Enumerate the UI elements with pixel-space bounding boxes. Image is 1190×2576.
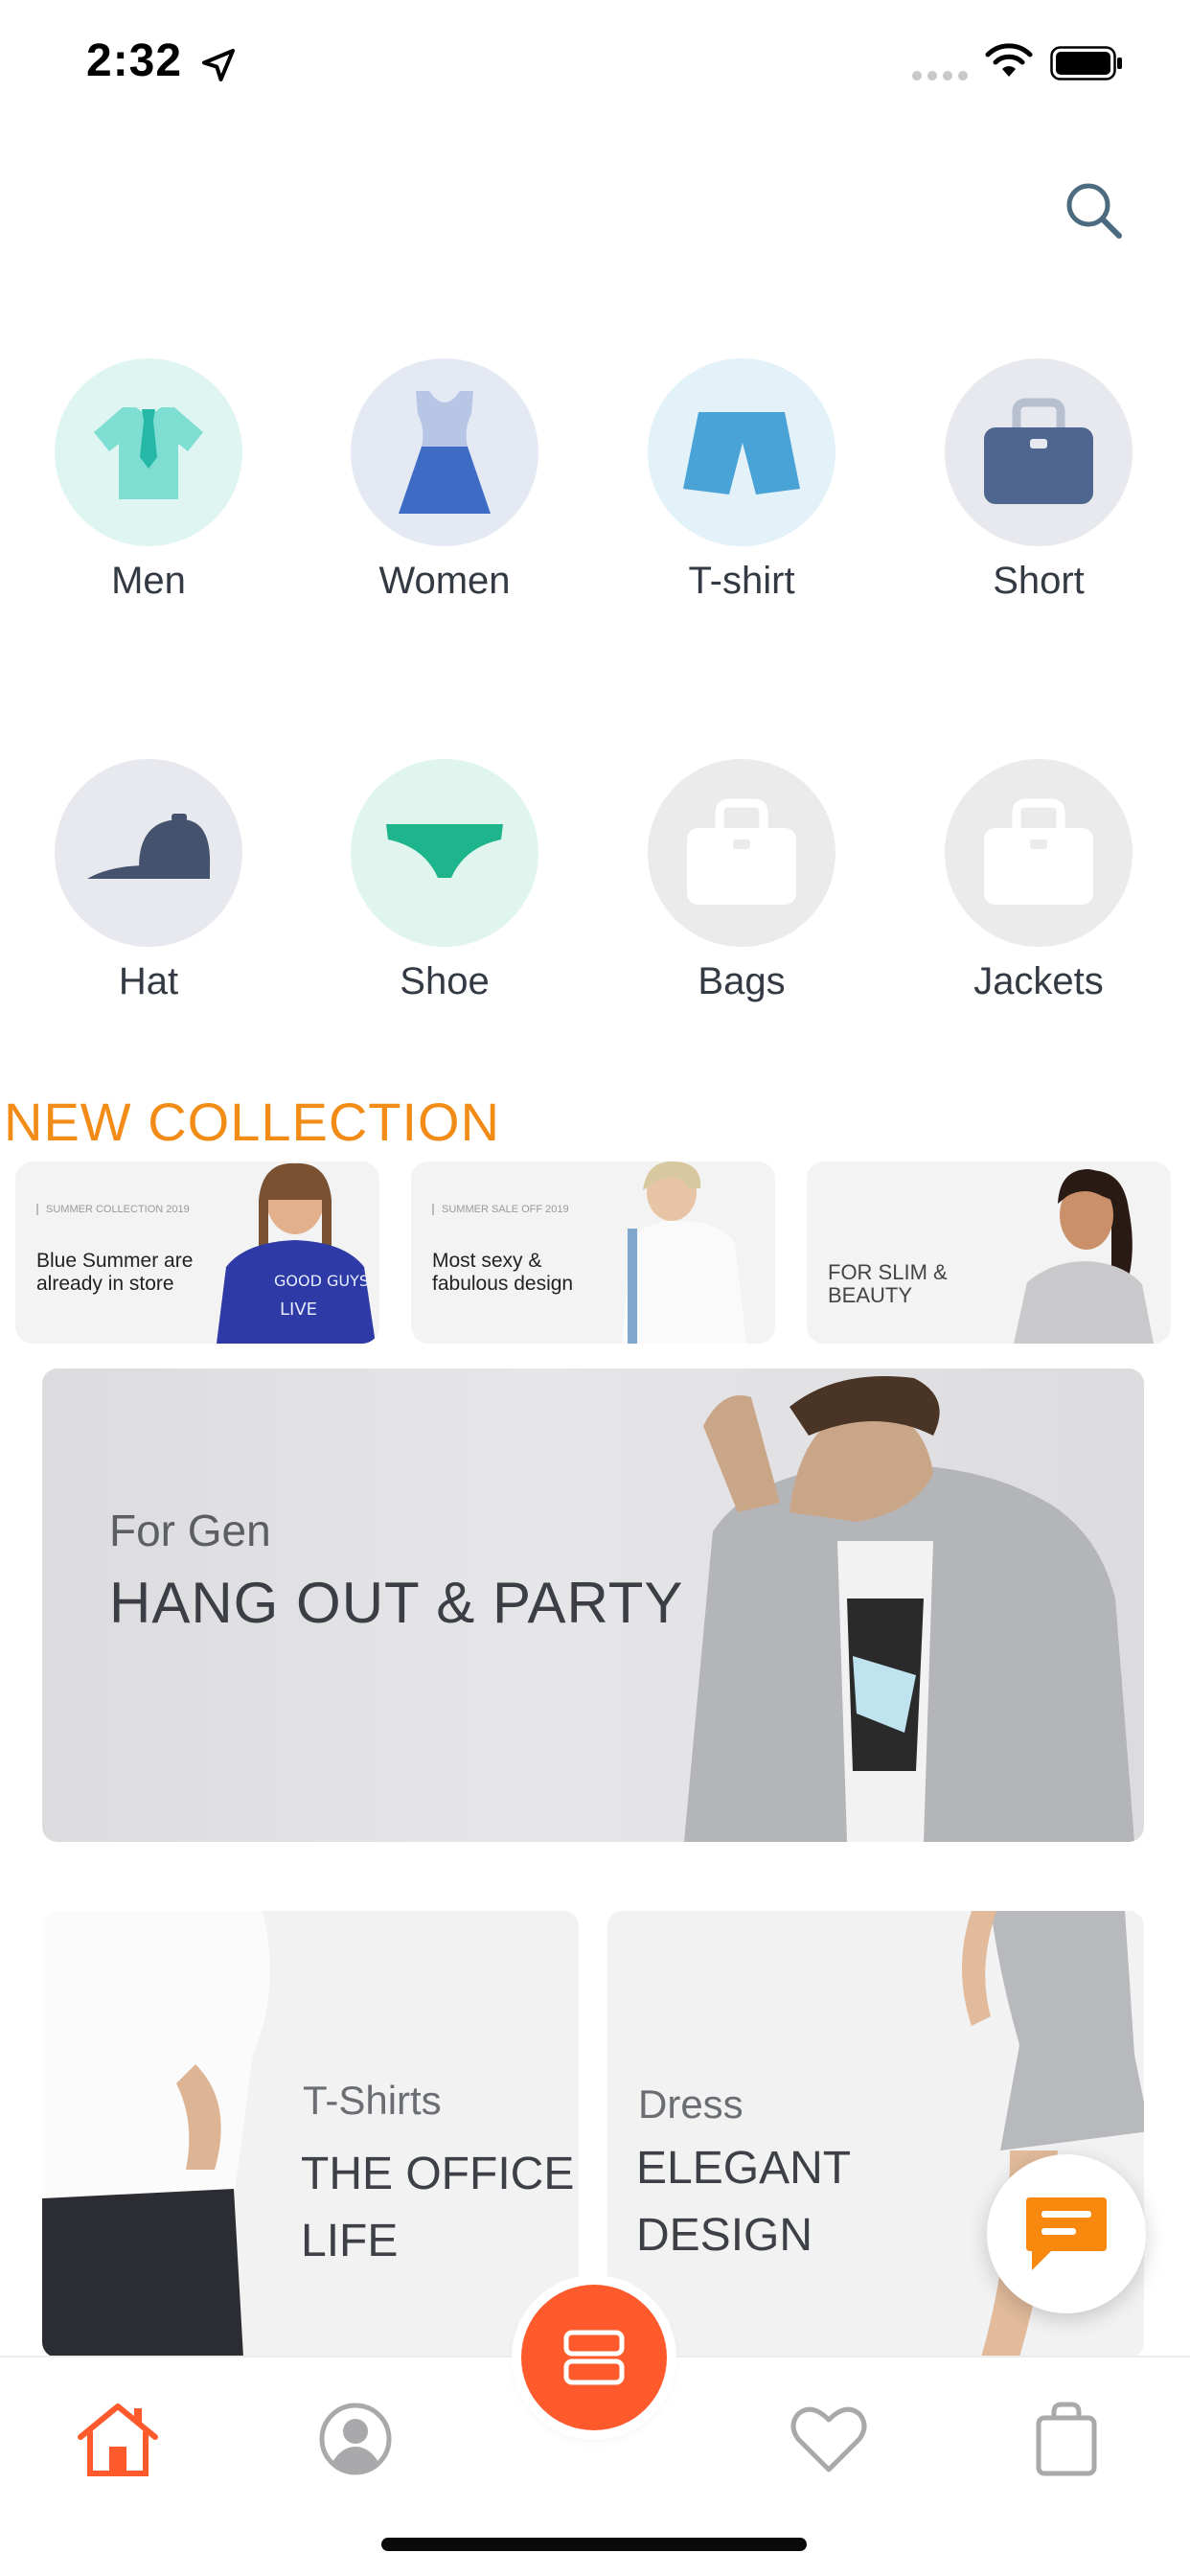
promo-card-subtitle: Dress (638, 2082, 744, 2127)
model-photo (622, 1162, 746, 1344)
shirt-tie-icon (55, 358, 242, 546)
underwear-icon (351, 759, 538, 947)
catalog-button[interactable] (521, 2285, 667, 2430)
cap-icon (55, 759, 242, 947)
promo-card-subtitle: T-Shirts (303, 2078, 442, 2123)
svg-text:LIVE: LIVE (280, 1300, 317, 1320)
category-label: Short (993, 560, 1085, 602)
chat-button[interactable] (987, 2154, 1146, 2313)
banner-title: HANG OUT & PARTY (109, 1571, 684, 1635)
location-arrow-icon (202, 49, 235, 81)
model-photo (42, 1911, 270, 2358)
dress-icon (351, 358, 538, 546)
category-label: Shoe (400, 960, 490, 1002)
banner-subtitle: For Gen (109, 1506, 271, 1555)
bottom-tab-bar (0, 2285, 1190, 2576)
home-icon (78, 2404, 158, 2476)
collection-card-sexy-fabulous[interactable]: SUMMER SALE OFF 2019 Most sexy & fabulou… (411, 1162, 775, 1344)
cellular-signal-icon (912, 71, 968, 80)
bag-icon (945, 759, 1133, 947)
status-bar: 2:32 (0, 0, 1190, 134)
collection-card-slim-beauty[interactable]: FOR SLIM & BEAUTY (807, 1162, 1171, 1344)
category-jackets[interactable]: Jackets (943, 759, 1134, 1003)
collection-text: FOR SLIM & BEAUTY (828, 1260, 948, 1307)
model-photo (684, 1376, 1134, 1842)
category-label: Bags (698, 960, 786, 1002)
profile-icon (319, 2403, 392, 2475)
battery-icon (1050, 46, 1122, 80)
chat-icon (1026, 2197, 1107, 2270)
category-hat[interactable]: Hat (53, 759, 244, 1003)
category-label: Women (378, 560, 511, 602)
category-women[interactable]: Women (349, 358, 540, 603)
collection-tag: SUMMER SALE OFF 2019 (432, 1204, 569, 1215)
category-label: Hat (118, 960, 179, 1002)
shopping-bag-icon (1036, 2402, 1097, 2476)
model-photo: GOOD GUYS LIVE (217, 1162, 376, 1344)
category-label: T-shirt (688, 560, 795, 602)
category-short[interactable]: Short (943, 358, 1134, 603)
promo-banner-hang-out[interactable]: For Gen HANG OUT & PARTY (42, 1368, 1144, 1842)
collection-card-blue-summer[interactable]: SUMMER COLLECTION 2019 Blue Summer are a… (15, 1162, 379, 1344)
section-title-new-collection: NEW COLLECTION (4, 1092, 501, 1152)
category-label: Men (111, 560, 186, 602)
search-icon[interactable] (1060, 176, 1127, 243)
model-photo (1014, 1169, 1154, 1344)
category-shoe[interactable]: Shoe (349, 759, 540, 1003)
category-tshirt[interactable]: T-shirt (646, 358, 837, 603)
promo-card-title: ELEGANT DESIGN (636, 2143, 851, 2261)
category-bags[interactable]: Bags (646, 759, 837, 1003)
tab-cart[interactable] (1023, 2396, 1110, 2482)
wifi-icon (985, 43, 1033, 77)
collection-tag: SUMMER COLLECTION 2019 (36, 1204, 190, 1215)
tab-favorites[interactable] (786, 2396, 872, 2482)
heart-icon (790, 2406, 867, 2472)
collection-text: Most sexy & fabulous design (432, 1250, 574, 1295)
bag-icon (945, 358, 1133, 546)
tab-profile[interactable] (312, 2396, 399, 2482)
promo-card-title: THE OFFICE LIFE (301, 2149, 575, 2266)
status-time: 2:32 (86, 35, 183, 86)
shorts-icon (648, 358, 835, 546)
home-indicator (381, 2538, 807, 2551)
tab-home[interactable] (75, 2396, 161, 2482)
catalog-icon (563, 2330, 625, 2385)
bag-icon (648, 759, 835, 947)
collection-text: Blue Summer are already in store (36, 1250, 194, 1295)
category-men[interactable]: Men (53, 358, 244, 603)
promo-card-tshirts[interactable]: T-Shirts THE OFFICE LIFE (42, 1911, 579, 2358)
category-label: Jackets (973, 960, 1104, 1002)
svg-text:GOOD GUYS: GOOD GUYS (274, 1272, 369, 1290)
